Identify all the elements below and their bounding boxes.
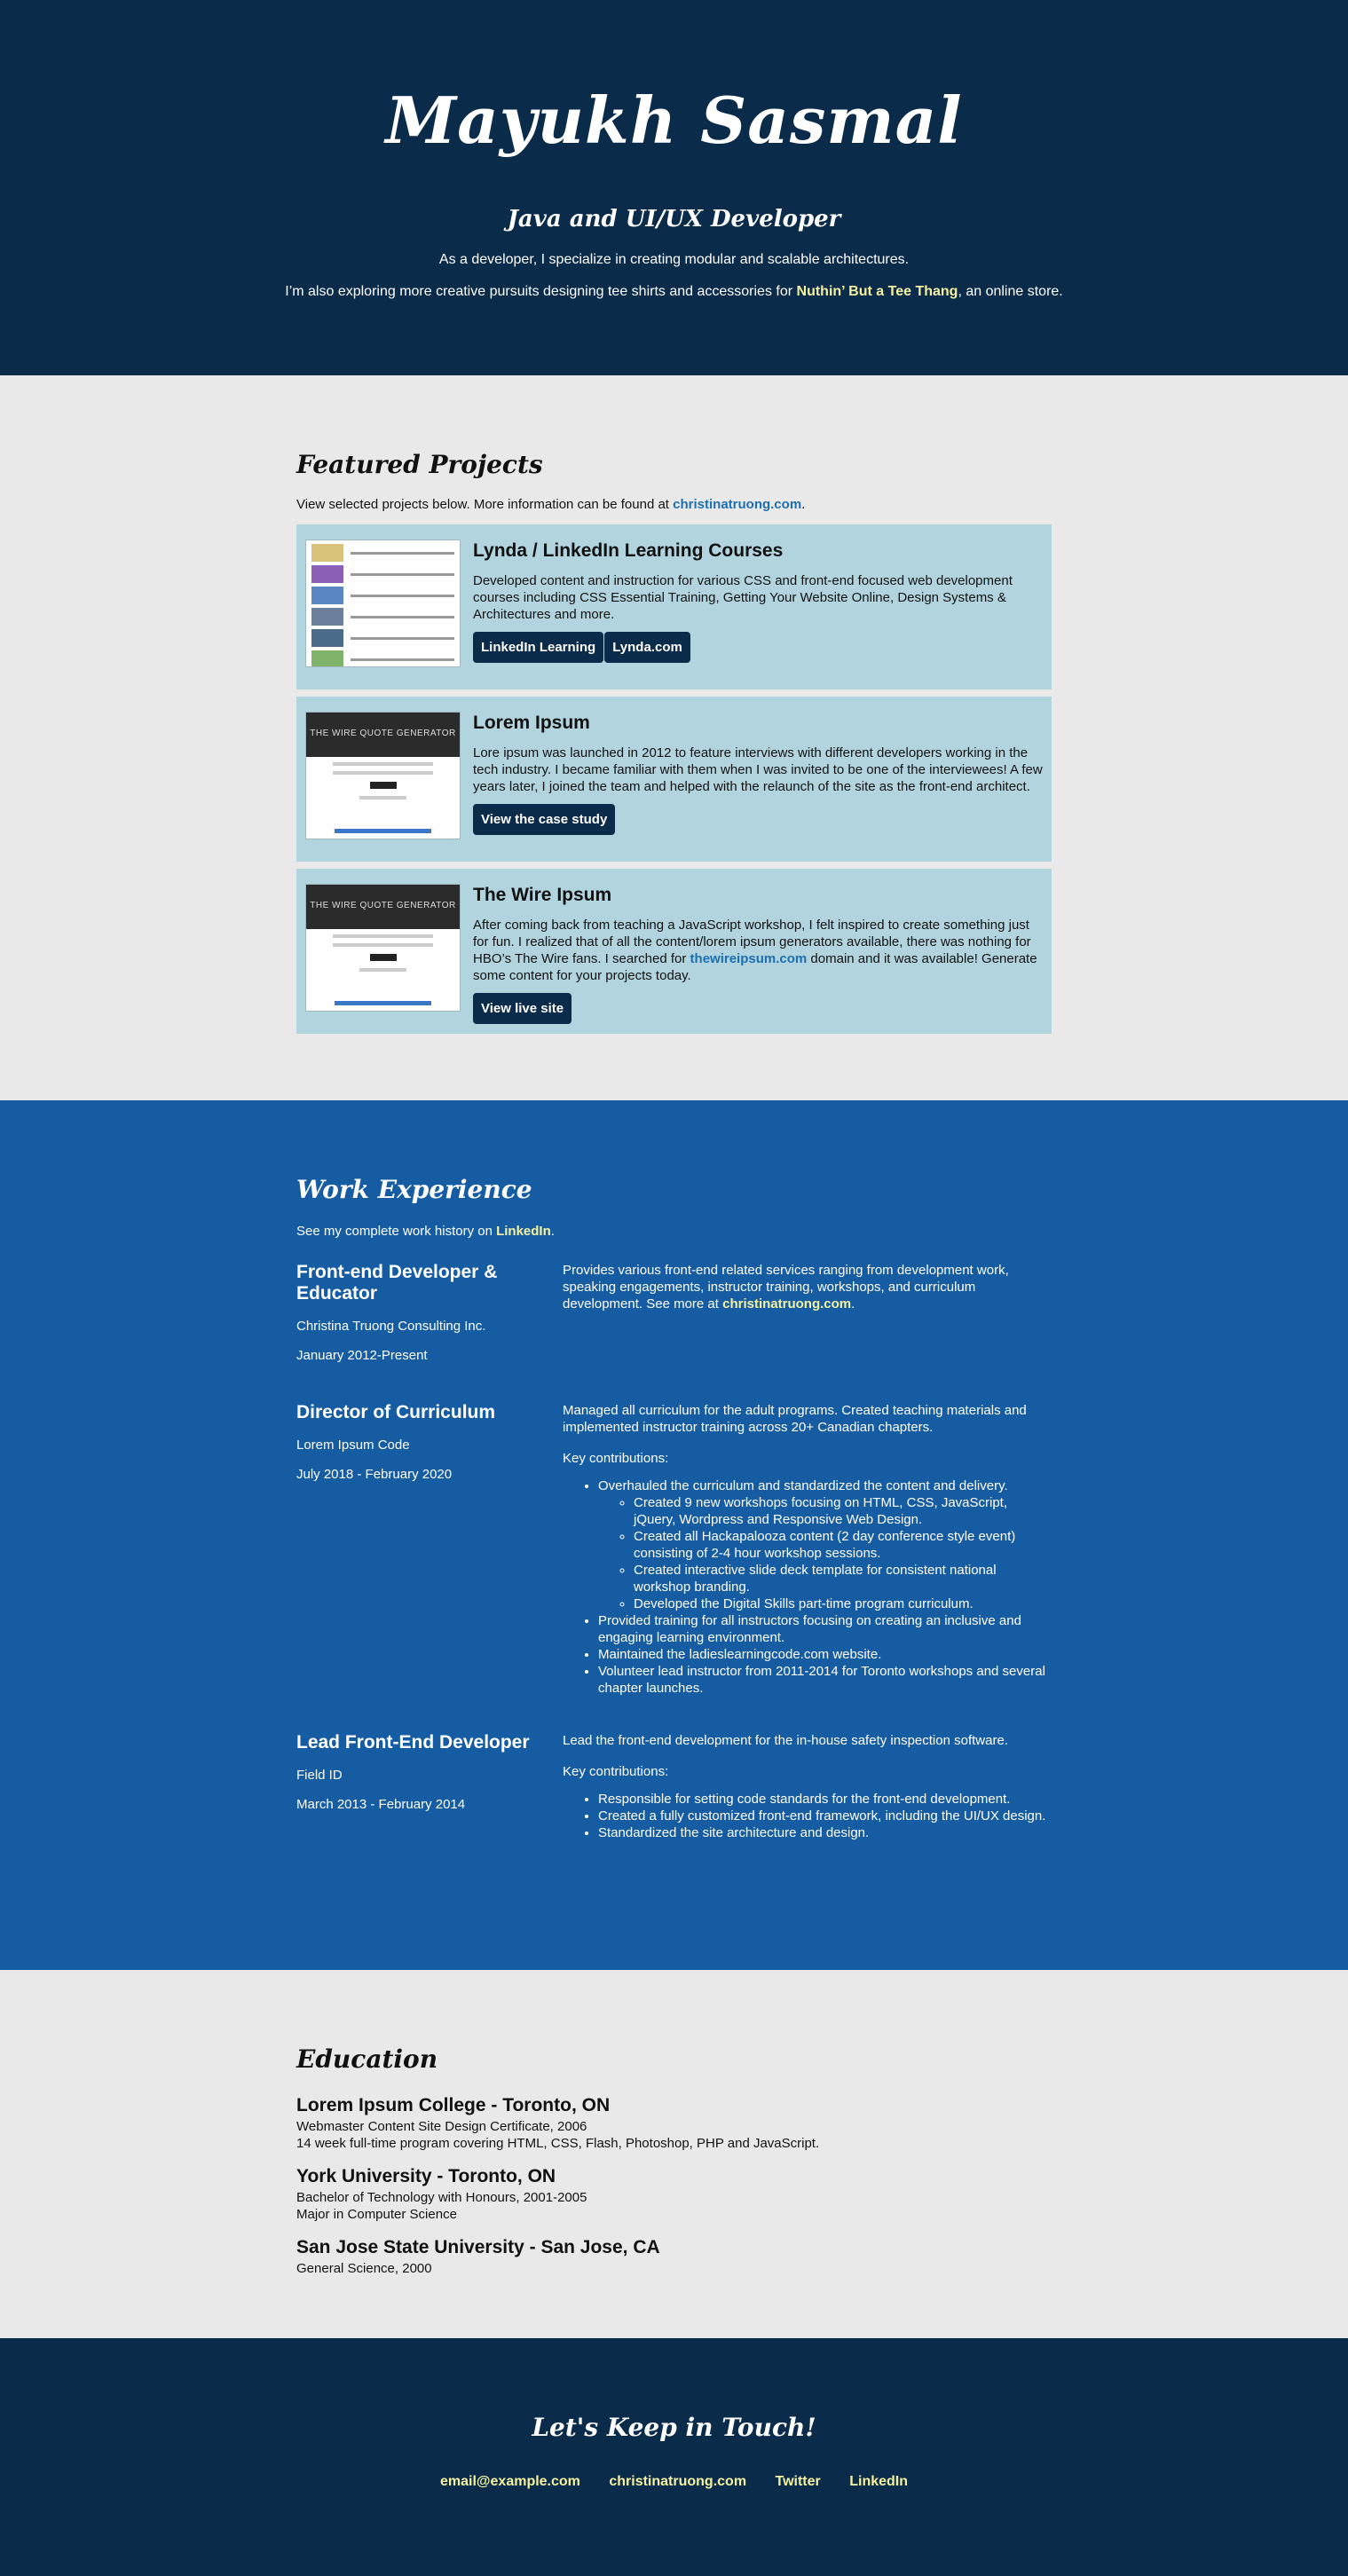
education-title: Education [296, 2044, 438, 2074]
list-item: Created a fully customized front-end fra… [598, 1808, 1052, 1824]
project-description: Developed content and instruction for va… [473, 573, 1013, 622]
projects-section: Featured Projects View selected projects… [0, 375, 1348, 1100]
project-card: THE WIRE QUOTE GENERATOR Lorem Ipsum Lor… [296, 697, 1052, 862]
school-detail: 14 week full-time program covering HTML,… [296, 2136, 820, 2151]
job-description: Provides various front-end related servi… [563, 1263, 1009, 1312]
work-lead: See my complete work history on LinkedIn… [296, 1224, 555, 1239]
site-name: Mayukh Sasmal [385, 83, 963, 158]
project-description: Lore ipsum was launched in 2012 to featu… [473, 745, 1043, 794]
view-live-site-button[interactable]: View live site [473, 993, 572, 1024]
projects-lead: View selected projects below. More infor… [296, 497, 806, 512]
school-detail: Bachelor of Technology with Honours, 200… [296, 2190, 587, 2205]
exploring-text: I’m also exploring more creative pursuit… [285, 284, 1063, 299]
work-section: Work Experience See my complete work his… [0, 1100, 1348, 1970]
key-contributions-label: Key contributions: [563, 1451, 669, 1466]
key-contributions-label: Key contributions: [563, 1764, 669, 1779]
intro-text: As a developer, I specialize in creating… [438, 252, 910, 267]
footer-links: email@example.com christinatruong.com Tw… [0, 2474, 1348, 2490]
list-item: Overhauled the curriculum and standardiz… [598, 1477, 1052, 1612]
list-item: Provided training for all instructors fo… [598, 1612, 1052, 1646]
job-description: Managed all curriculum for the adult pro… [563, 1403, 1027, 1435]
footer-title: Let's Keep in Touch! [532, 2413, 816, 2442]
projects-title: Featured Projects [296, 450, 543, 479]
work-title: Work Experience [296, 1175, 532, 1204]
job-role: Director of Curriculum [296, 1402, 496, 1422]
list-item: Created all Hackapalooza content (2 day … [634, 1528, 1052, 1562]
job-company: Field ID [296, 1768, 343, 1783]
linkedin-learning-button[interactable]: LinkedIn Learning [473, 632, 604, 663]
education-section: Education Lorem Ipsum College - Toronto,… [0, 1970, 1348, 2338]
twitter-link[interactable]: Twitter [776, 2474, 821, 2489]
school-name: York University - Toronto, ON [296, 2166, 556, 2186]
tagline: Java and UI/UX Developer [507, 206, 841, 232]
hero-header: Mayukh Sasmal Java and UI/UX Developer A… [0, 0, 1348, 375]
job-description: Lead the front-end development for the i… [563, 1733, 1008, 1748]
project-title: Lynda / LinkedIn Learning Courses [473, 540, 784, 561]
job-company: Lorem Ipsum Code [296, 1438, 410, 1453]
job-dates: July 2018 - February 2020 [296, 1467, 453, 1482]
job-dates: January 2012-Present [296, 1348, 428, 1363]
website-link[interactable]: christinatruong.com [609, 2474, 746, 2489]
job-role: Lead Front-End Developer [296, 1732, 530, 1753]
wire-ipsum-link[interactable]: thewireipsum.com [690, 951, 808, 966]
project-title: Lorem Ipsum [473, 713, 590, 733]
school-detail: Webmaster Content Site Design Certificat… [296, 2119, 587, 2134]
linkedin-link[interactable]: LinkedIn [496, 1224, 551, 1239]
job-dates: March 2013 - February 2014 [296, 1797, 466, 1812]
consulting-site-link[interactable]: christinatruong.com [722, 1296, 851, 1312]
job-company: Christina Truong Consulting Inc. [296, 1319, 486, 1334]
project-thumbnail: THE WIRE QUOTE GENERATOR [305, 884, 461, 1012]
email-link[interactable]: email@example.com [440, 2474, 580, 2489]
project-thumbnail: THE WIRE QUOTE GENERATOR [305, 712, 461, 839]
job-entry: Director of Curriculum Lorem Ipsum Code … [296, 1402, 1052, 1697]
projects-site-link[interactable]: christinatruong.com [673, 497, 801, 512]
school-name: San Jose State University - San Jose, CA [296, 2237, 660, 2257]
project-card: THE WIRE QUOTE GENERATOR The Wire Ipsum … [296, 869, 1052, 1034]
list-item: Volunteer lead instructor from 2011-2014… [598, 1663, 1052, 1697]
footer: Let's Keep in Touch! email@example.com c… [0, 2338, 1348, 2576]
school-detail: General Science, 2000 [296, 2261, 432, 2276]
school-detail: Major in Computer Science [296, 2207, 457, 2222]
job-entry: Front-end Developer & Educator Christina… [296, 1262, 1052, 1363]
school-name: Lorem Ipsum College - Toronto, ON [296, 2095, 611, 2115]
sub-list: Created 9 new workshops focusing on HTML… [634, 1494, 1052, 1612]
project-card: Lynda / LinkedIn Learning Courses Develo… [296, 524, 1052, 689]
project-thumbnail [305, 540, 461, 667]
project-description: After coming back from teaching a JavaSc… [473, 918, 1037, 983]
list-item: Developed the Digital Skills part-time p… [634, 1595, 1052, 1612]
lynda-button[interactable]: Lynda.com [604, 632, 690, 663]
list-item: Standardized the site architecture and d… [598, 1824, 1052, 1841]
list-item: Created 9 new workshops focusing on HTML… [634, 1494, 1052, 1528]
project-title: The Wire Ipsum [473, 885, 612, 905]
job-entry: Lead Front-End Developer Field ID March … [296, 1732, 1052, 1841]
list-item: Maintained the ladieslearningcode.com we… [598, 1646, 1052, 1663]
store-link[interactable]: Nuthin’ But a Tee Thang [797, 284, 958, 299]
list-item: Created interactive slide deck template … [634, 1562, 1052, 1595]
contributions-list: Responsible for setting code standards f… [598, 1791, 1052, 1841]
linkedin-footer-link[interactable]: LinkedIn [849, 2474, 908, 2489]
contributions-list: Overhauled the curriculum and standardiz… [598, 1477, 1052, 1697]
list-item: Responsible for setting code standards f… [598, 1791, 1052, 1808]
case-study-button[interactable]: View the case study [473, 804, 616, 835]
job-role: Front-end Developer & Educator [296, 1262, 498, 1304]
